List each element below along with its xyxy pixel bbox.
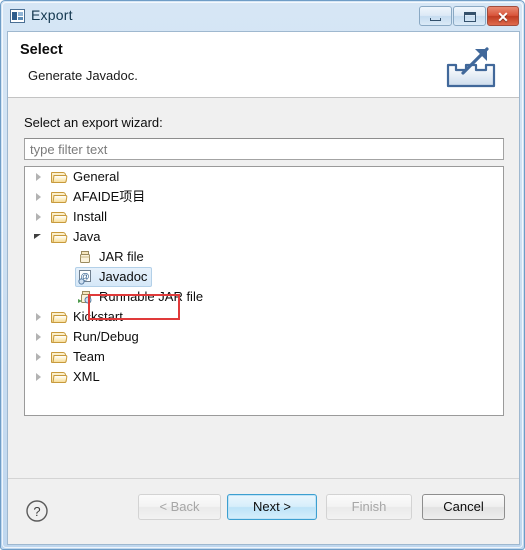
tree-item-label: Runnable JAR file xyxy=(99,289,204,304)
window-title: Export xyxy=(31,7,73,23)
tree-item-javadoc[interactable]: @ Javadoc xyxy=(25,267,503,287)
tree-item-jar-file[interactable]: JAR file xyxy=(25,247,503,267)
tree-item-run-debug[interactable]: Run/Debug xyxy=(25,327,503,347)
tree-item-label: Install xyxy=(73,209,107,224)
wizard-header: Select Generate Javadoc. xyxy=(8,32,519,98)
tree-item-label: XML xyxy=(73,369,100,384)
minimize-icon xyxy=(420,7,451,25)
cancel-button[interactable]: Cancel xyxy=(422,494,505,520)
export-wizard-tree[interactable]: General AFAIDE项目 Install Java JAR file @ Javad… xyxy=(24,166,504,416)
dialog-client-area: Select Generate Javadoc. Select an expor… xyxy=(7,31,520,545)
tree-item-label: AFAIDE项目 xyxy=(73,189,146,204)
tree-item-runnable-jar-file[interactable]: Runnable JAR file xyxy=(25,287,503,307)
tree-item-xml[interactable]: XML xyxy=(25,367,503,387)
chevron-right-icon[interactable] xyxy=(33,367,45,387)
jar-file-icon xyxy=(77,249,94,265)
filter-text-input[interactable] xyxy=(24,138,504,160)
folder-icon xyxy=(51,229,68,245)
chevron-right-icon[interactable] xyxy=(33,167,45,187)
folder-icon xyxy=(51,189,68,205)
folder-icon xyxy=(51,209,68,225)
chevron-right-icon[interactable] xyxy=(33,327,45,347)
finish-button[interactable]: Finish xyxy=(326,494,412,520)
maximize-button[interactable] xyxy=(453,6,486,26)
back-button[interactable]: < Back xyxy=(138,494,221,520)
folder-icon xyxy=(51,329,68,345)
title-bar[interactable]: Export ✕ xyxy=(1,1,524,31)
tree-item-afaide[interactable]: AFAIDE项目 xyxy=(25,187,503,207)
page-description: Generate Javadoc. xyxy=(28,68,138,83)
close-button[interactable]: ✕ xyxy=(487,6,519,26)
chevron-down-icon[interactable] xyxy=(33,227,45,247)
tree-item-label: Java xyxy=(73,229,101,244)
close-icon: ✕ xyxy=(497,9,509,25)
dialog-button-bar: ? < Back Next > Finish Cancel xyxy=(8,478,519,544)
page-title: Select xyxy=(20,42,63,58)
chevron-right-icon[interactable] xyxy=(33,347,45,367)
help-button[interactable]: ? xyxy=(25,499,49,523)
folder-icon xyxy=(51,369,68,385)
next-button[interactable]: Next > xyxy=(227,494,317,520)
tree-item-java[interactable]: Java xyxy=(25,227,503,247)
chevron-right-icon[interactable] xyxy=(33,207,45,227)
restore-icon xyxy=(454,7,485,25)
tree-item-kickstart[interactable]: Kickstart xyxy=(25,307,503,327)
minimize-button[interactable] xyxy=(419,6,452,26)
svg-text:?: ? xyxy=(33,504,40,519)
export-dialog-window: Export ✕ Select Generate Javadoc. Select… xyxy=(0,0,525,550)
select-wizard-label: Select an export wizard: xyxy=(24,115,163,130)
tree-item-general[interactable]: General xyxy=(25,167,503,187)
tree-item-label: Team xyxy=(73,349,105,364)
javadoc-icon: @ xyxy=(77,269,94,285)
tree-item-label: Kickstart xyxy=(73,309,123,324)
folder-icon xyxy=(51,309,68,325)
folder-icon xyxy=(51,169,68,185)
tree-item-label: General xyxy=(73,169,120,184)
tree-item-label: Javadoc xyxy=(99,269,148,284)
runnable-jar-icon xyxy=(77,289,94,305)
chevron-right-icon[interactable] xyxy=(33,307,45,327)
export-banner-icon xyxy=(440,39,502,93)
tree-item-team[interactable]: Team xyxy=(25,347,503,367)
chevron-right-icon[interactable] xyxy=(33,187,45,207)
tree-item-install[interactable]: Install xyxy=(25,207,503,227)
folder-icon xyxy=(51,349,68,365)
tree-item-label: JAR file xyxy=(99,249,144,264)
tree-item-label: Run/Debug xyxy=(73,329,139,344)
export-wizard-icon xyxy=(10,9,25,23)
